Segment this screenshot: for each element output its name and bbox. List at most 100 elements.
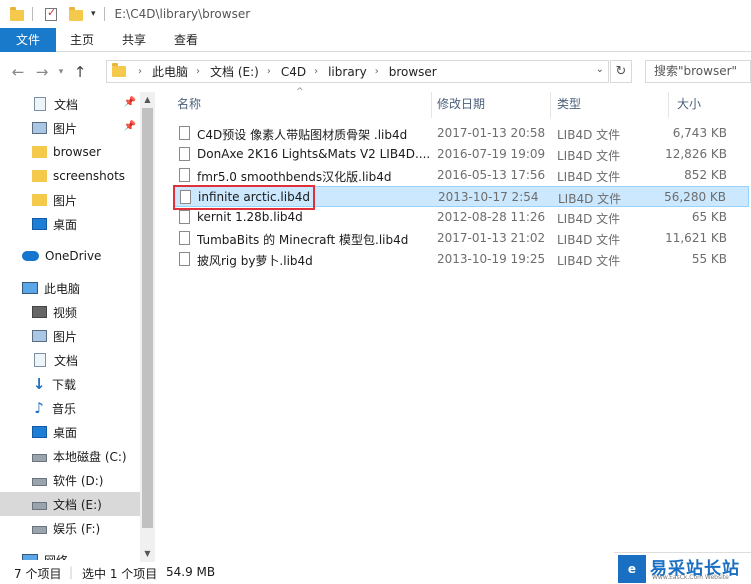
column-header-type[interactable]: 类型 bbox=[557, 92, 581, 116]
music-icon: ♪ bbox=[34, 399, 44, 417]
file-list: ^ 名称 修改日期 类型 大小 C4D预设 像素人带贴图材质骨架 .lib4d … bbox=[156, 87, 751, 560]
title-bar: ▾ E:\C4D\library\browser bbox=[0, 0, 751, 28]
sidebar-item-label: 音乐 bbox=[52, 401, 77, 416]
sidebar-item-onedrive[interactable]: OneDrive bbox=[0, 244, 140, 268]
sidebar-item-pictures-folder[interactable]: 图片 bbox=[0, 188, 140, 212]
sort-ascending-icon: ^ bbox=[296, 87, 304, 97]
address-bar[interactable]: › 此电脑 › 文档 (E:) › C4D › library › browse… bbox=[106, 60, 609, 83]
tab-view[interactable]: 查看 bbox=[160, 28, 212, 52]
column-divider[interactable] bbox=[668, 92, 669, 118]
properties-icon[interactable] bbox=[45, 6, 57, 21]
recent-locations-icon[interactable]: ▾ bbox=[54, 67, 68, 77]
scrollbar-thumb[interactable] bbox=[142, 108, 153, 528]
table-row[interactable]: DonAxe 2K16 Lights&Mats V2 LIB4D.... 201… bbox=[173, 144, 749, 165]
sidebar-item-desktop[interactable]: 桌面 bbox=[0, 212, 140, 236]
table-row[interactable]: C4D预设 像素人带贴图材质骨架 .lib4d 2017-01-13 20:58… bbox=[173, 123, 749, 144]
pin-icon[interactable]: 📌 bbox=[124, 121, 136, 132]
back-arrow-icon[interactable]: ← bbox=[6, 63, 30, 81]
watermark-logo-icon: e bbox=[618, 555, 646, 583]
column-divider[interactable] bbox=[431, 92, 432, 118]
scroll-up-icon[interactable]: ▲ bbox=[140, 92, 155, 108]
up-arrow-icon[interactable]: ↑ bbox=[68, 63, 92, 81]
onedrive-cloud-icon bbox=[22, 251, 39, 261]
sidebar-item-label: 软件 (D:) bbox=[53, 473, 104, 488]
sidebar-item-drive-d[interactable]: 软件 (D:) bbox=[0, 468, 140, 492]
sidebar-scrollbar[interactable]: ▲ ▼ bbox=[140, 92, 155, 562]
file-type: LIB4D 文件 bbox=[557, 212, 621, 226]
divider bbox=[103, 7, 105, 21]
chevron-right-icon[interactable]: › bbox=[196, 66, 200, 77]
customize-toolbar-icon[interactable]: ▾ bbox=[91, 9, 96, 19]
refresh-icon[interactable]: ↻ bbox=[610, 60, 632, 83]
file-type: LIB4D 文件 bbox=[558, 192, 622, 206]
breadcrumb-browser[interactable]: browser bbox=[389, 65, 437, 79]
sidebar-item-label: 文档 bbox=[54, 97, 79, 112]
column-header-name[interactable]: 名称 bbox=[177, 92, 201, 116]
sidebar-item-label: 文档 bbox=[54, 353, 79, 368]
tab-file[interactable]: 文件 bbox=[0, 28, 57, 52]
forward-arrow-icon[interactable]: → bbox=[30, 63, 54, 81]
status-selected-size: 54.9 MB bbox=[166, 565, 216, 579]
new-folder-icon[interactable] bbox=[69, 7, 83, 21]
sidebar-item-pictures[interactable]: 图片 📌 bbox=[0, 116, 140, 140]
file-size: 11,621 KB bbox=[665, 231, 727, 245]
drive-icon bbox=[32, 454, 47, 462]
file-type: LIB4D 文件 bbox=[557, 254, 621, 268]
sidebar-item-documents[interactable]: 文档 📌 bbox=[0, 92, 140, 116]
desktop-icon bbox=[32, 426, 47, 438]
table-row[interactable]: 披风rig by萝卜.lib4d 2013-10-19 19:25 LIB4D … bbox=[173, 249, 749, 270]
file-size: 12,826 KB bbox=[665, 147, 727, 161]
search-input[interactable]: 搜索"browser" bbox=[645, 60, 751, 83]
chevron-right-icon[interactable]: › bbox=[314, 66, 318, 77]
chevron-right-icon[interactable]: › bbox=[267, 66, 271, 77]
status-selected-count: 选中 1 个项目 bbox=[82, 567, 158, 581]
file-size: 55 KB bbox=[691, 252, 727, 266]
file-date: 2017-01-13 20:58 bbox=[437, 126, 546, 140]
file-name: 披风rig by萝卜.lib4d bbox=[197, 254, 313, 268]
pin-icon[interactable]: 📌 bbox=[124, 97, 136, 108]
desktop-icon bbox=[32, 218, 47, 230]
chevron-right-icon[interactable]: › bbox=[375, 66, 379, 77]
sidebar-item-downloads[interactable]: ↓ 下载 bbox=[0, 372, 140, 396]
file-size: 6,743 KB bbox=[672, 126, 727, 140]
tab-share[interactable]: 共享 bbox=[108, 28, 160, 52]
sidebar-item-screenshots[interactable]: screenshots bbox=[0, 164, 140, 188]
sidebar-item-drive-c[interactable]: 本地磁盘 (C:) bbox=[0, 444, 140, 468]
sidebar-item-label: 网络 bbox=[44, 552, 68, 561]
file-name: TumbaBits 的 Minecraft 模型包.lib4d bbox=[197, 233, 409, 247]
sidebar-item-network[interactable]: 网络 bbox=[0, 548, 140, 560]
chevron-right-icon[interactable]: › bbox=[138, 66, 142, 77]
sidebar-item-music[interactable]: ♪ 音乐 bbox=[0, 396, 140, 420]
breadcrumb-this-pc[interactable]: 此电脑 bbox=[152, 63, 188, 80]
column-divider[interactable] bbox=[550, 92, 551, 118]
file-icon bbox=[179, 210, 190, 224]
file-icon bbox=[179, 252, 190, 266]
sidebar-item-drive-f[interactable]: 娱乐 (F:) bbox=[0, 516, 140, 540]
breadcrumb-c4d[interactable]: C4D bbox=[281, 65, 306, 79]
column-header-size[interactable]: 大小 bbox=[677, 92, 701, 116]
sidebar-item-label: 视频 bbox=[53, 305, 78, 320]
sidebar-item-pc-pictures[interactable]: 图片 bbox=[0, 324, 140, 348]
sidebar-item-pc-desktop[interactable]: 桌面 bbox=[0, 420, 140, 444]
sidebar-item-label: 图片 bbox=[53, 121, 78, 136]
sidebar-item-pc-documents[interactable]: 文档 bbox=[0, 348, 140, 372]
table-row[interactable]: fmr5.0 smoothbends汉化版.lib4d 2016-05-13 1… bbox=[173, 165, 749, 186]
sidebar-item-this-pc[interactable]: 此电脑 bbox=[0, 276, 140, 300]
window-title: E:\C4D\library\browser bbox=[114, 7, 251, 21]
sidebar-item-drive-e[interactable]: 文档 (E:) bbox=[0, 492, 140, 516]
scroll-down-icon[interactable]: ▼ bbox=[140, 546, 155, 562]
file-date: 2013-10-17 2:54 bbox=[438, 190, 539, 204]
sidebar-item-label: 娱乐 (F:) bbox=[53, 521, 101, 536]
drive-icon bbox=[32, 526, 47, 534]
chevron-down-icon[interactable]: ⌄ bbox=[596, 64, 604, 75]
tab-home[interactable]: 主页 bbox=[56, 28, 108, 52]
file-date: 2016-07-19 19:09 bbox=[437, 147, 546, 161]
table-row[interactable]: TumbaBits 的 Minecraft 模型包.lib4d 2017-01-… bbox=[173, 228, 749, 249]
table-row[interactable]: kernit 1.28b.lib4d 2012-08-28 11:26 LIB4… bbox=[173, 207, 749, 228]
breadcrumb-drive-e[interactable]: 文档 (E:) bbox=[210, 63, 259, 80]
video-icon bbox=[32, 306, 47, 318]
breadcrumb-library[interactable]: library bbox=[328, 65, 367, 79]
sidebar-item-browser[interactable]: browser bbox=[0, 140, 140, 164]
column-header-date[interactable]: 修改日期 bbox=[437, 92, 485, 116]
sidebar-item-videos[interactable]: 视频 bbox=[0, 300, 140, 324]
